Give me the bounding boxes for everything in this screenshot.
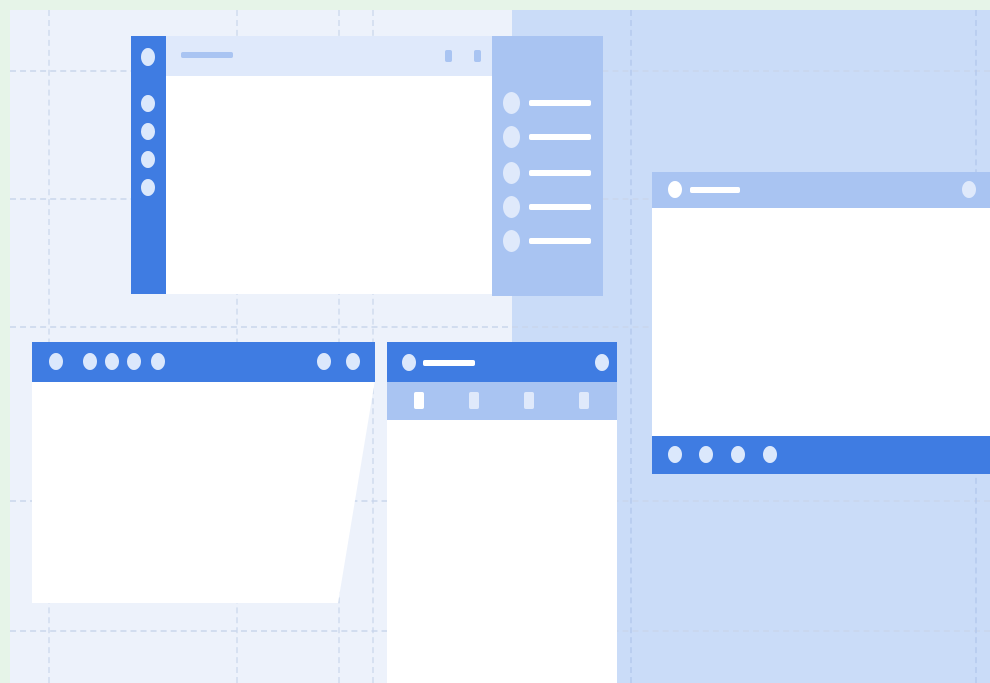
nav-item-icon <box>83 353 97 370</box>
list-item-bar <box>529 204 591 210</box>
nav-action-icon <box>346 353 360 370</box>
layout-left-sidebar-right-list <box>131 36 603 296</box>
layout-content-with-bottom-bar <box>652 172 990 474</box>
list-item-icon <box>503 230 520 252</box>
grid-line-v-5 <box>630 10 632 683</box>
nav-item-icon <box>127 353 141 370</box>
bottom-nav-icon <box>699 446 713 463</box>
title-placeholder-bar <box>181 52 233 58</box>
header-logo-icon <box>402 354 416 371</box>
list-item-icon <box>503 126 520 148</box>
list-item-bar <box>529 170 591 176</box>
title-placeholder-bar <box>423 360 475 366</box>
window-header <box>387 342 617 382</box>
layout-top-nav-window <box>32 342 375 607</box>
list-item-icon <box>503 92 520 114</box>
layout-header-tabs-window <box>387 342 617 683</box>
title-placeholder-bar <box>690 187 740 193</box>
nav-action-icon <box>317 353 331 370</box>
content-area <box>166 76 492 294</box>
list-item-bar <box>529 100 591 106</box>
content-area <box>652 208 990 436</box>
list-item-bar <box>529 238 591 244</box>
nav-item-icon <box>151 353 165 370</box>
tab-indicator <box>414 392 424 409</box>
sidebar-item-icon <box>141 179 155 196</box>
sidebar-logo-icon <box>141 48 155 66</box>
bottom-nav-icon <box>668 446 682 463</box>
layout-diagram <box>0 0 990 683</box>
header-action-icon <box>595 354 609 371</box>
bottom-nav-icon <box>763 446 777 463</box>
sidebar-item-icon <box>141 123 155 140</box>
tab-indicator <box>469 392 479 409</box>
list-item-icon <box>503 196 520 218</box>
window-body-shape <box>32 342 375 603</box>
nav-menu-icon <box>49 353 63 370</box>
list-item-bar <box>529 134 591 140</box>
list-item-icon <box>503 162 520 184</box>
tab-indicator <box>524 392 534 409</box>
header-action-icon <box>445 50 452 62</box>
header-action-icon <box>474 50 481 62</box>
bottom-nav-icon <box>731 446 745 463</box>
header-logo-icon <box>668 181 682 198</box>
content-area <box>387 420 617 683</box>
sidebar-item-icon <box>141 95 155 112</box>
sidebar-item-icon <box>141 151 155 168</box>
header-action-icon <box>962 181 976 198</box>
tab-indicator <box>579 392 589 409</box>
nav-item-icon <box>105 353 119 370</box>
